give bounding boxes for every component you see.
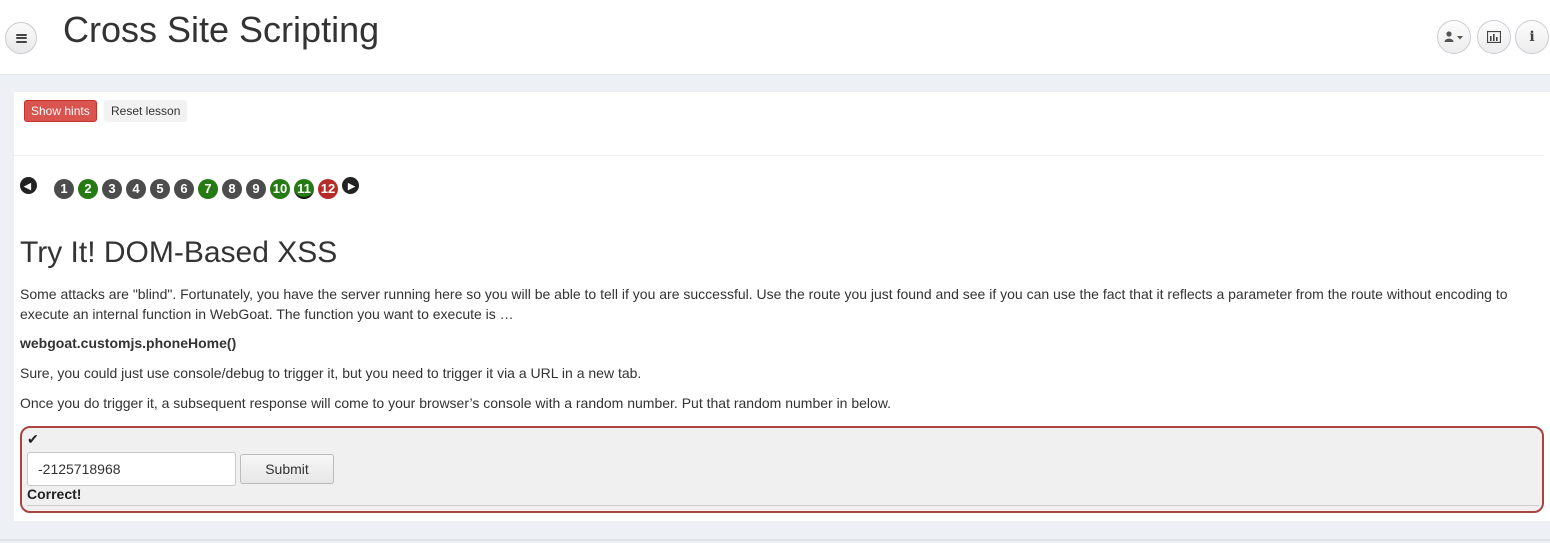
about-button[interactable]: i xyxy=(1515,20,1549,54)
lesson-paragraph: Some attacks are "blind". Fortunately, y… xyxy=(20,286,1508,322)
page-link-12[interactable]: 12 xyxy=(318,179,338,199)
checkmark-icon: ✔ xyxy=(27,431,39,447)
page-link-4[interactable]: 4 xyxy=(126,179,146,199)
prev-page-arrow-icon[interactable]: ◀ xyxy=(20,177,37,194)
footer-divider xyxy=(0,539,1550,541)
answer-input[interactable] xyxy=(27,452,236,486)
hamburger-icon xyxy=(15,33,27,43)
divider xyxy=(14,155,1544,156)
report-card-button[interactable] xyxy=(1477,20,1511,54)
lesson-paragraph: Once you do trigger it, a subsequent res… xyxy=(20,395,892,411)
page-link-10[interactable]: 10 xyxy=(270,179,290,199)
user-menu-button[interactable] xyxy=(1437,20,1471,54)
caret-down-icon xyxy=(1457,36,1463,40)
divider xyxy=(27,505,1539,506)
show-hints-button[interactable]: Show hints xyxy=(24,100,97,122)
lesson-page-navigation: 1 2 3 4 5 6 7 8 9 10 11 12 xyxy=(54,179,338,199)
page-link-11[interactable]: 11 xyxy=(294,179,314,199)
page-link-2[interactable]: 2 xyxy=(78,179,98,199)
submit-button[interactable]: Submit xyxy=(240,454,334,484)
lesson-title: Try It! DOM-Based XSS xyxy=(20,236,338,269)
page-link-9[interactable]: 9 xyxy=(246,179,266,199)
feedback-message: Correct! xyxy=(27,486,82,502)
page-link-3[interactable]: 3 xyxy=(102,179,122,199)
info-icon: i xyxy=(1529,29,1535,45)
page-link-6[interactable]: 6 xyxy=(174,179,194,199)
lesson-paragraph: Sure, you could just use console/debug t… xyxy=(20,365,642,381)
page-link-7[interactable]: 7 xyxy=(198,179,218,199)
page-link-8[interactable]: 8 xyxy=(222,179,242,199)
target-function-name: webgoat.customjs.phoneHome() xyxy=(20,335,237,351)
menu-toggle-button[interactable] xyxy=(5,22,37,54)
user-icon xyxy=(1444,31,1463,42)
page-link-1[interactable]: 1 xyxy=(54,179,74,199)
page-link-5[interactable]: 5 xyxy=(150,179,170,199)
top-navbar: Cross Site Scripting i xyxy=(0,0,1550,75)
reset-lesson-button[interactable]: Reset lesson xyxy=(104,100,188,122)
page-title: Cross Site Scripting xyxy=(63,9,380,50)
bar-chart-icon xyxy=(1487,31,1501,43)
next-page-arrow-icon[interactable]: ▶ xyxy=(342,177,359,194)
